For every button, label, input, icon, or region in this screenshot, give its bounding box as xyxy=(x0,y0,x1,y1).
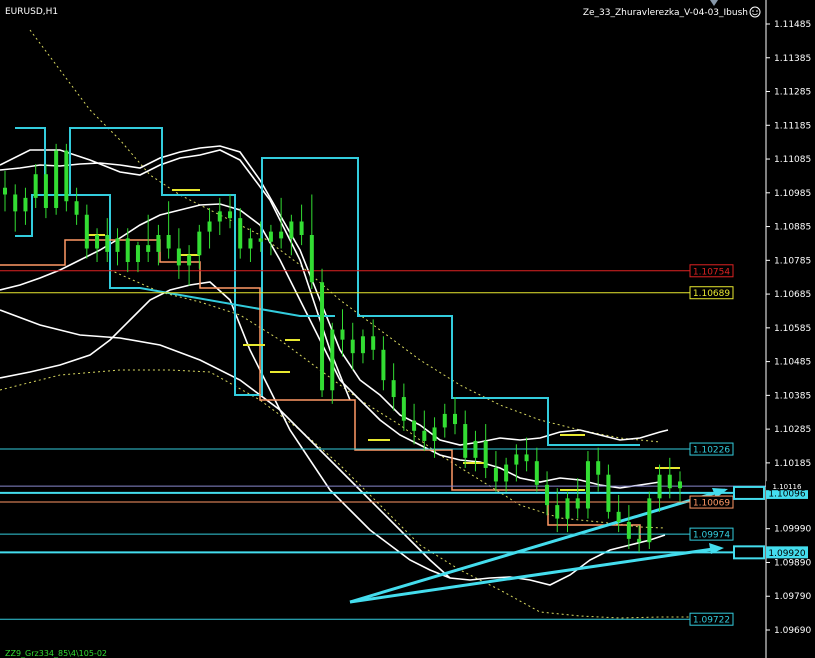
axis-tick-label: 1.11485 xyxy=(774,20,811,30)
candle-body xyxy=(217,211,222,222)
candle-body xyxy=(473,440,478,458)
axis-tick-label: 1.11385 xyxy=(774,54,811,64)
candle-body xyxy=(493,467,498,482)
candle-body xyxy=(248,238,253,249)
candle-body xyxy=(381,349,386,381)
candle-body xyxy=(626,521,631,539)
axis-tick-label: 1.10485 xyxy=(774,358,811,368)
axis-tick-label: 1.10285 xyxy=(774,425,811,435)
axis-tick-label: 1.10685 xyxy=(774,290,811,300)
candle-body xyxy=(64,150,69,202)
footer-label: ZZ9_Grz334_85\4\105-02 xyxy=(5,649,107,658)
candle-body xyxy=(105,235,110,252)
candle-body xyxy=(330,329,335,391)
indicator-label: Ze_33_Zhuravlerezka_V-04-03_Ibush xyxy=(583,8,748,18)
price-line-label: 1.10226 xyxy=(693,446,730,456)
candle-body xyxy=(596,461,601,475)
axis-tick-label: 1.10185 xyxy=(774,459,811,469)
axis-tick-label: 1.11085 xyxy=(774,155,811,165)
candle-body xyxy=(340,329,345,340)
candle-body xyxy=(309,235,314,283)
axis-tick-label: 1.10785 xyxy=(774,256,811,266)
candle-body xyxy=(534,461,539,485)
candle-body xyxy=(43,174,48,208)
candle-body xyxy=(187,255,192,266)
candle-body xyxy=(115,238,120,252)
candle-body xyxy=(422,430,427,441)
candle-body xyxy=(84,214,89,249)
symbol-label: EURUSD,H1 xyxy=(5,7,58,17)
axis-tick-label: 1.10885 xyxy=(774,223,811,233)
candle-body xyxy=(74,201,79,215)
candle-body xyxy=(463,424,468,458)
candle-body xyxy=(360,336,365,354)
candle-body xyxy=(156,235,161,252)
candle-body xyxy=(207,221,212,232)
candle-body xyxy=(524,454,529,462)
candle-body xyxy=(453,413,457,425)
candle-body xyxy=(176,248,181,266)
candle-body xyxy=(678,481,682,489)
candle-body xyxy=(33,174,38,198)
candle-body xyxy=(268,231,273,242)
price-line-label: 1.09722 xyxy=(693,616,730,626)
candle-body xyxy=(23,197,28,212)
current-price-label: 1.10116 xyxy=(773,483,802,491)
candle-body xyxy=(391,380,396,398)
candle-body xyxy=(667,474,672,489)
axis-tick-label: 1.10385 xyxy=(774,391,811,401)
axis-tick-label: 1.11285 xyxy=(774,88,811,98)
candle-body xyxy=(514,454,519,465)
chart-window[interactable]: 1.11485 1.11385 1.11285 1.11185 1.11085 1.109… xyxy=(0,0,815,658)
candle-body xyxy=(238,218,243,249)
candle-body xyxy=(146,245,151,252)
axis-tick-label: 1.10985 xyxy=(774,189,811,199)
candle-body xyxy=(197,231,202,256)
candle-body xyxy=(657,474,662,499)
candle-body xyxy=(320,282,325,391)
candle-body xyxy=(125,238,130,263)
candle-body xyxy=(616,511,621,522)
candle-body xyxy=(289,221,294,239)
candle-body xyxy=(95,235,100,249)
candle-body xyxy=(258,238,263,242)
candle-body xyxy=(135,245,140,263)
candle-body xyxy=(585,461,590,509)
candle-body xyxy=(637,538,642,543)
candle-body xyxy=(555,505,560,519)
candle-body xyxy=(647,498,652,543)
price-line-label: 1.10069 xyxy=(693,499,730,509)
axis-tick-label: 1.09890 xyxy=(774,558,811,568)
candle-body xyxy=(412,420,417,431)
axis-tick-label: 1.10585 xyxy=(774,324,811,334)
candle-body xyxy=(401,397,406,421)
axis-tick-label: 1.09790 xyxy=(774,592,811,602)
candle-body xyxy=(371,336,376,350)
candle-body xyxy=(166,235,171,249)
candle-body xyxy=(565,498,570,519)
candle-body xyxy=(350,339,355,354)
price-chart[interactable]: 1.11485 1.11385 1.11285 1.11185 1.11085 1.109… xyxy=(0,0,815,658)
candle-body xyxy=(606,474,611,512)
candle-body xyxy=(575,498,580,509)
price-line-label: 1.10689 xyxy=(693,289,730,299)
axis-tick-label: 1.11185 xyxy=(774,121,811,131)
candle-body xyxy=(54,150,59,208)
axis-tick-label: 1.09990 xyxy=(774,525,811,535)
candle-body xyxy=(504,464,509,482)
candle-body xyxy=(299,221,304,236)
price-line-label: 1.10754 xyxy=(693,267,730,277)
axis-tick-label: 1.09690 xyxy=(774,626,811,636)
chart-background xyxy=(0,0,815,658)
candle-body xyxy=(13,194,18,212)
candle-body xyxy=(545,484,550,506)
candle-body xyxy=(432,427,437,441)
candle-body xyxy=(442,413,447,428)
candle-body xyxy=(279,231,284,239)
candle-body xyxy=(3,187,7,195)
highlight-label: 1.09920 xyxy=(768,549,805,559)
price-line-label: 1.09974 xyxy=(693,531,730,541)
candle-body xyxy=(483,440,488,468)
candle-body xyxy=(228,211,232,219)
